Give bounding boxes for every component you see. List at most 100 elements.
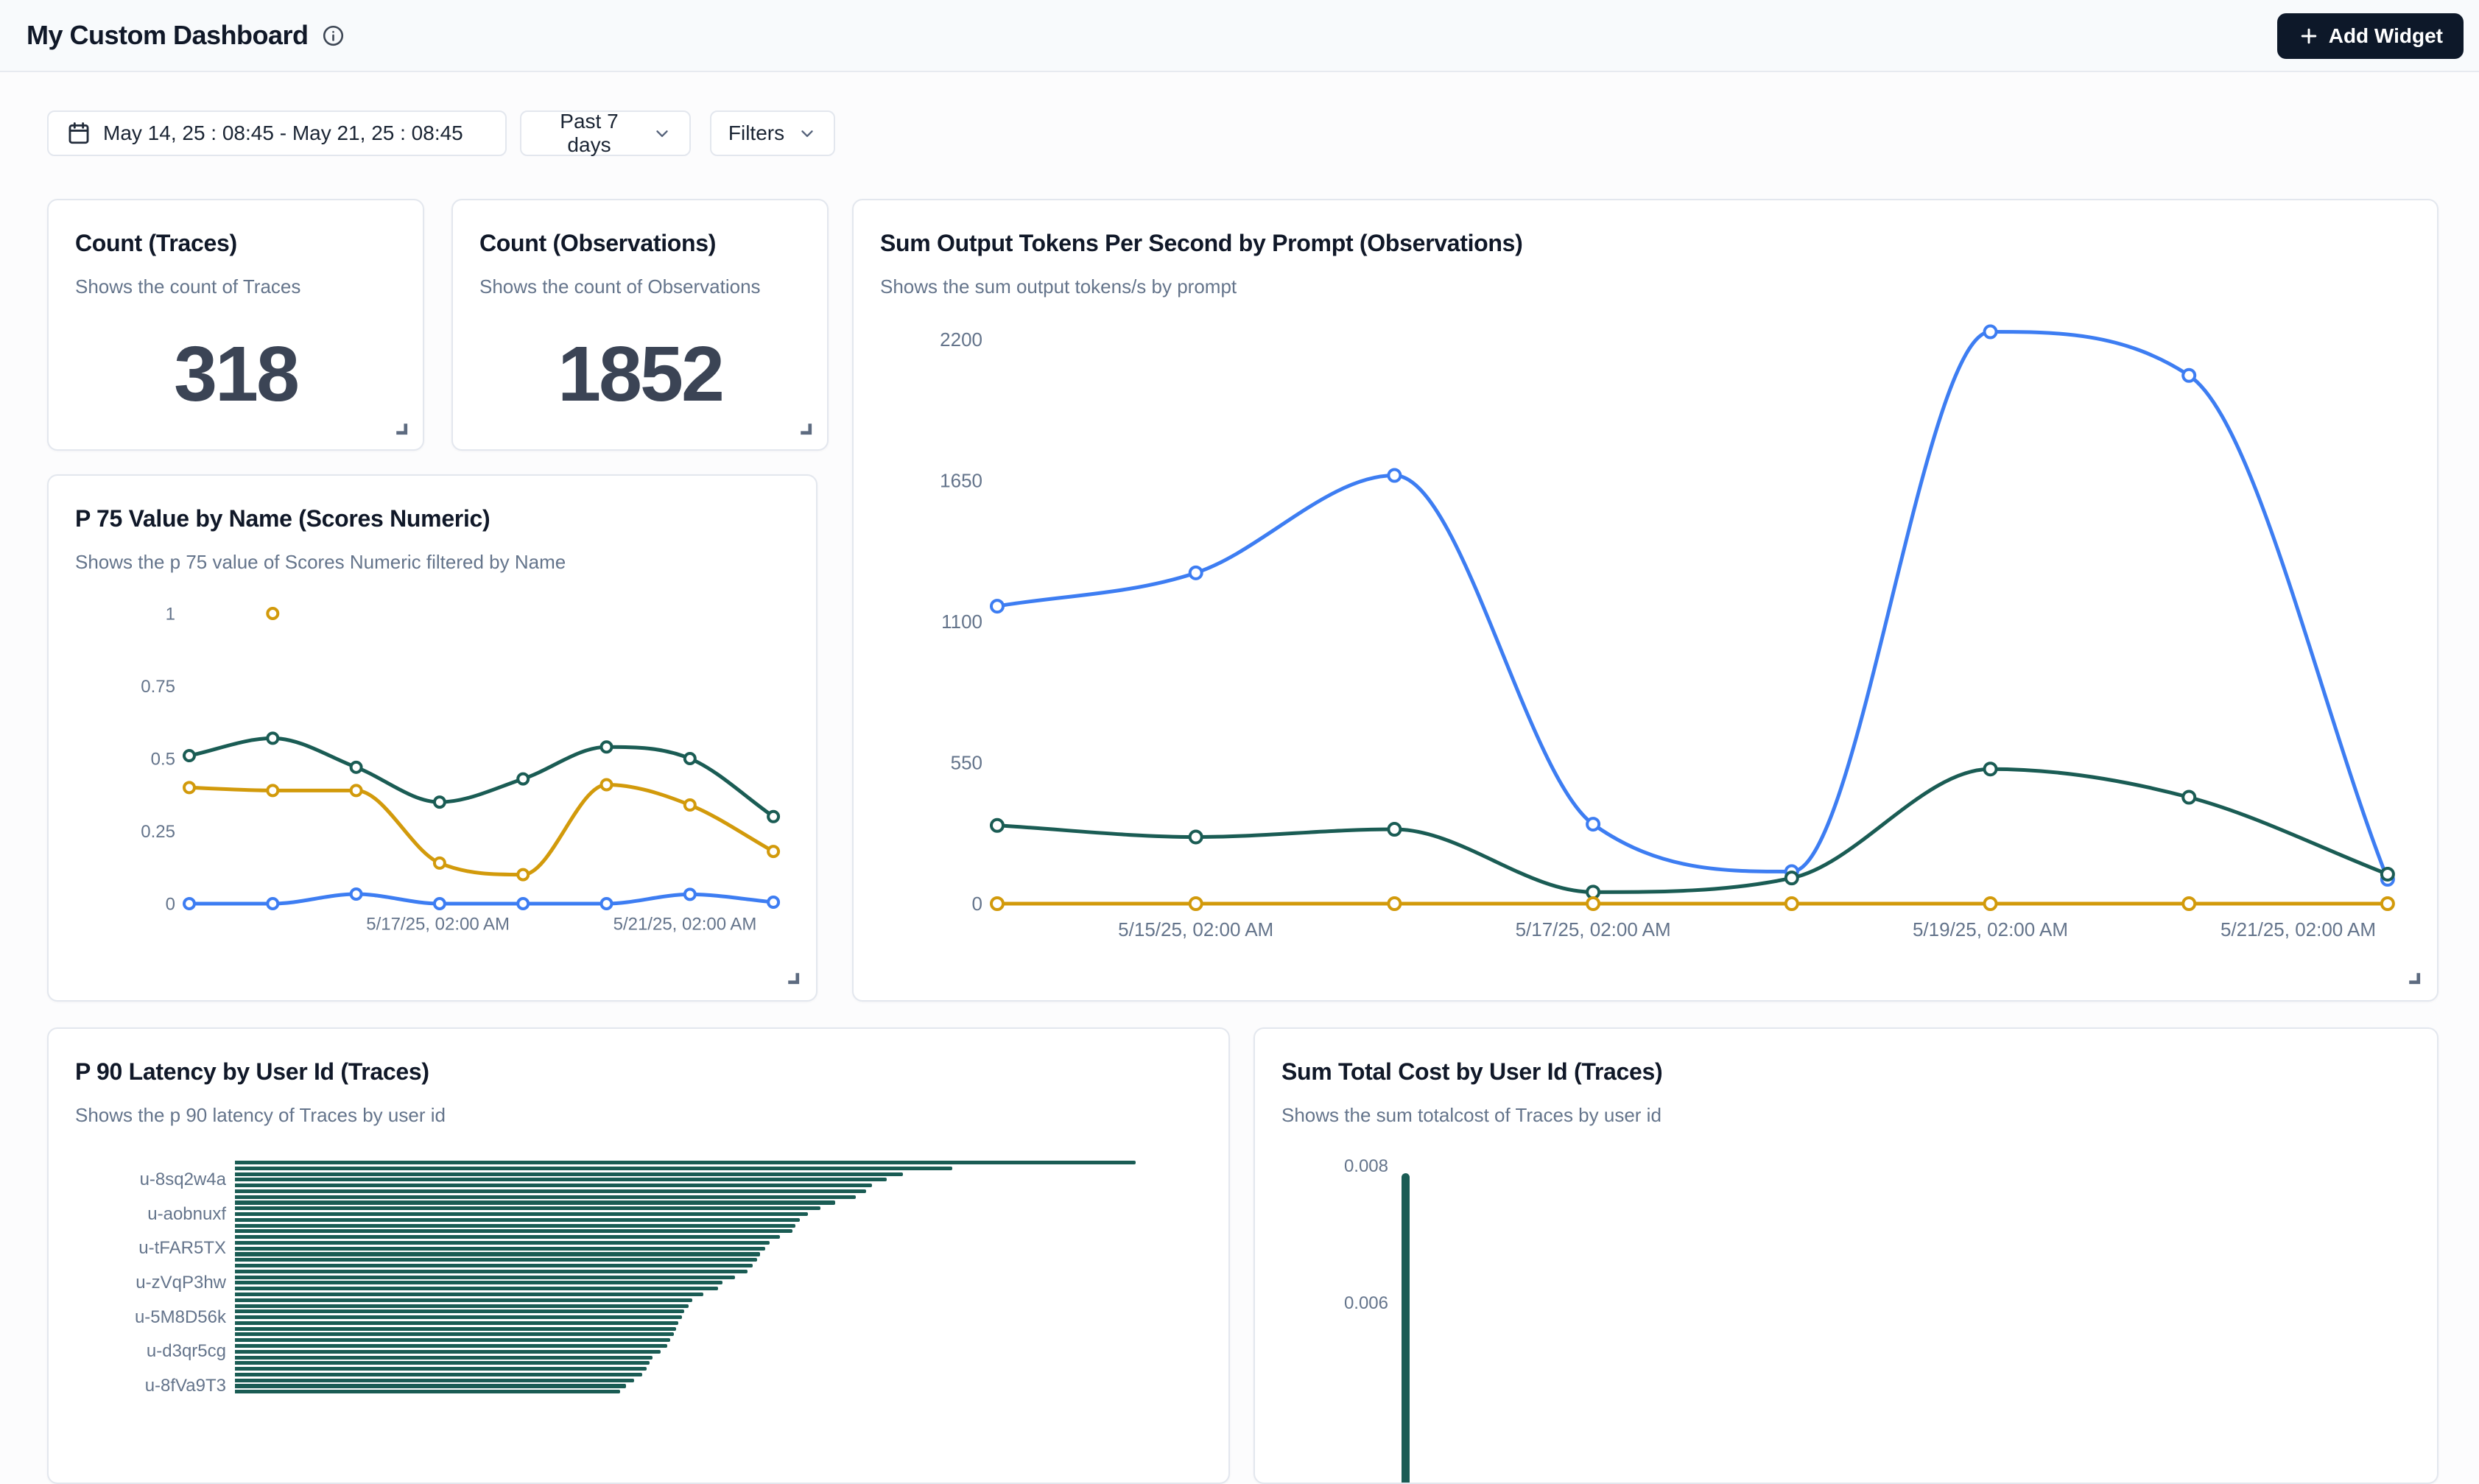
y-axis-category-label: u-5M8D56k (135, 1309, 226, 1326)
data-point-marker (351, 762, 362, 773)
data-point-marker (1388, 470, 1400, 482)
data-point-marker (184, 750, 194, 761)
widget-title: Count (Traces) (75, 230, 237, 257)
p90-axis-labels: u-8sq2w4au-aobnuxfu-tFAR5TXu-zVqP3hwu-5M… (49, 1161, 226, 1470)
data-point-marker (2382, 868, 2394, 880)
y-tick-label: 2200 (940, 328, 982, 351)
plus-icon (2298, 25, 2320, 47)
data-point-marker (518, 774, 528, 784)
date-range-label: May 14, 25 : 08:45 - May 21, 25 : 08:45 (103, 122, 463, 145)
y-tick-label: 0.25 (141, 822, 175, 842)
data-point-marker (435, 899, 445, 909)
bar (235, 1241, 770, 1245)
bar (235, 1332, 674, 1336)
y-tick-label: 0.5 (151, 749, 175, 769)
filters-label: Filters (728, 122, 784, 145)
info-icon[interactable] (322, 24, 345, 47)
widget-title: Count (Observations) (479, 230, 716, 257)
bar (235, 1178, 887, 1181)
bar (235, 1390, 620, 1393)
filters-button[interactable]: Filters (710, 110, 835, 156)
data-point-marker (2183, 370, 2195, 381)
y-tick-label: 0.008 (1300, 1158, 1388, 1175)
calendar-icon (66, 121, 91, 146)
add-widget-button[interactable]: Add Widget (2277, 13, 2464, 59)
data-point-marker (351, 785, 362, 795)
bar (235, 1309, 684, 1313)
range-preset-label: Past 7 days (539, 110, 639, 157)
y-axis-category-label: u-d3qr5cg (147, 1343, 226, 1360)
bar (235, 1258, 757, 1262)
data-point-marker (1587, 818, 1599, 830)
widget-description: Shows the count of Observations (479, 275, 761, 298)
bar (235, 1293, 703, 1296)
bar (235, 1315, 682, 1319)
data-point-marker (1190, 567, 1202, 579)
page-header: My Custom Dashboard Add Widget (0, 0, 2479, 72)
p90-bar-chart[interactable] (235, 1161, 1185, 1470)
data-point-marker (435, 797, 445, 807)
bar (235, 1229, 792, 1233)
resize-handle-icon[interactable] (2405, 969, 2422, 990)
data-point-marker (2183, 898, 2195, 910)
bar (235, 1384, 626, 1388)
bar (235, 1200, 835, 1204)
line-series (997, 769, 2388, 892)
y-tick-label: 1650 (940, 470, 982, 492)
range-preset-button[interactable]: Past 7 days (520, 110, 691, 156)
data-point-marker (518, 870, 528, 880)
bar (235, 1184, 872, 1187)
bar (235, 1270, 748, 1273)
data-point-marker (1786, 898, 1798, 910)
resize-handle-icon[interactable] (797, 420, 814, 440)
bar (235, 1367, 647, 1371)
widget-description: Shows the p 90 latency of Traces by user… (75, 1104, 446, 1127)
data-point-marker (1587, 898, 1599, 910)
data-point-marker (2183, 792, 2195, 803)
bar (235, 1338, 670, 1342)
bar (235, 1172, 903, 1176)
bar (235, 1373, 642, 1376)
bar (235, 1344, 667, 1348)
data-point-marker (768, 846, 778, 857)
bar (235, 1356, 653, 1360)
data-point-marker (267, 785, 278, 795)
data-point-marker (1190, 831, 1202, 843)
bar (235, 1195, 856, 1199)
p75-line-chart[interactable]: 00.250.50.7515/17/25, 02:00 AM5/21/25, 0… (49, 476, 817, 1002)
widget-total-cost-by-user: Sum Total Cost by User Id (Traces) Shows… (1253, 1027, 2438, 1484)
data-point-marker (602, 899, 612, 909)
line-series (997, 332, 2388, 879)
bar (235, 1235, 780, 1239)
y-tick-label: 1 (166, 604, 175, 624)
tokens-line-chart[interactable]: 05501100165022005/15/25, 02:00 AM5/17/25… (854, 200, 2438, 1002)
data-point-marker (991, 898, 1003, 910)
cost-bar-chart[interactable]: 0.0080.006 (1255, 1029, 2437, 1483)
bar (235, 1298, 692, 1302)
resize-handle-icon[interactable] (784, 969, 801, 990)
bar (235, 1167, 952, 1170)
y-axis-category-label: u-zVqP3hw (136, 1274, 226, 1292)
x-tick-label: 5/17/25, 02:00 AM (1516, 918, 1671, 940)
date-range-button[interactable]: May 14, 25 : 08:45 - May 21, 25 : 08:45 (47, 110, 507, 156)
data-point-marker (1388, 823, 1400, 835)
data-point-marker (685, 753, 695, 764)
x-tick-label: 5/21/25, 02:00 AM (2220, 918, 2376, 940)
bar (235, 1212, 808, 1216)
bar (235, 1287, 718, 1290)
data-point-marker (1985, 326, 1997, 338)
bar (235, 1304, 689, 1308)
chevron-down-icon (653, 124, 672, 143)
widget-description: Shows the count of Traces (75, 275, 300, 298)
page-title: My Custom Dashboard (27, 20, 309, 51)
data-point-marker (435, 858, 445, 868)
data-point-marker (685, 889, 695, 899)
resize-handle-icon[interactable] (393, 420, 409, 440)
data-point-marker (267, 733, 278, 743)
data-point-marker (602, 742, 612, 752)
bar (235, 1361, 650, 1365)
data-point-marker (184, 782, 194, 792)
y-tick-label: 1100 (941, 611, 982, 633)
data-point-marker (267, 608, 278, 619)
y-axis-category-label: u-tFAR5TX (138, 1239, 226, 1257)
